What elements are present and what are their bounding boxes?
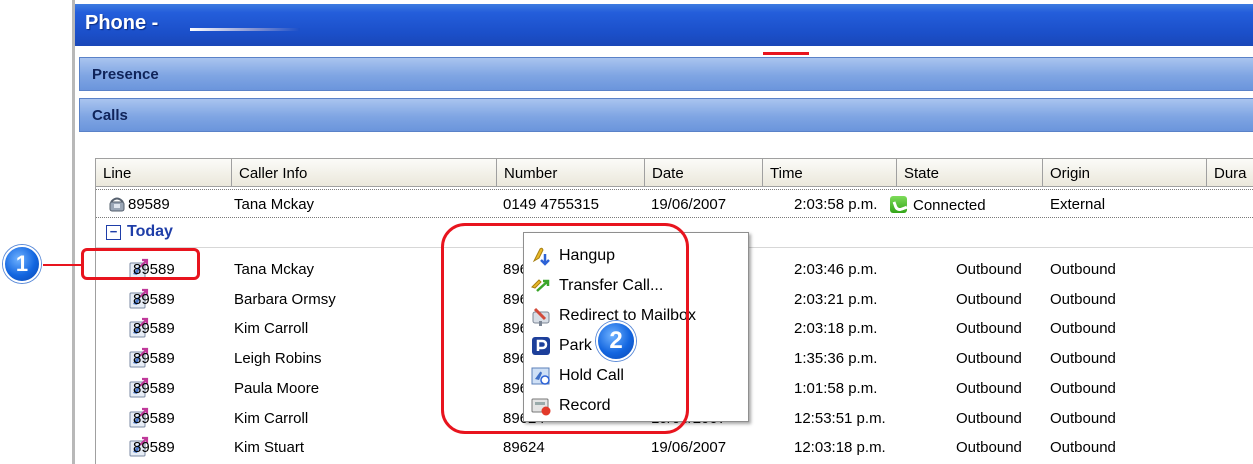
call-state: Outbound xyxy=(956,379,1022,397)
call-origin: Outbound xyxy=(1050,350,1116,368)
column-header-number[interactable]: Number xyxy=(497,159,645,187)
column-header-state[interactable]: State xyxy=(897,159,1043,187)
active-call-date: 19/06/2007 xyxy=(651,196,727,213)
window-title: Phone - xyxy=(85,12,159,34)
callout-badge-1: 1 xyxy=(3,245,41,283)
list-header: Line Caller Info Number Date Time State … xyxy=(96,159,1253,187)
call-line: 89589 xyxy=(133,439,175,457)
callout-connector-line xyxy=(43,264,81,266)
collapse-icon[interactable]: − xyxy=(106,224,121,240)
presence-label: Presence xyxy=(92,66,159,83)
call-origin: Outbound xyxy=(1050,409,1116,427)
call-state: Outbound xyxy=(956,290,1022,308)
phone-line-icon xyxy=(109,197,125,212)
active-call-state: Connected xyxy=(890,196,986,214)
context-menu-highlight-outline xyxy=(441,223,689,434)
callout-badge-2: 2 xyxy=(596,321,636,361)
call-time: 2:03:18 p.m. xyxy=(794,320,878,338)
column-header-origin[interactable]: Origin xyxy=(1043,159,1207,187)
call-time: 12:03:18 p.m. xyxy=(794,439,886,457)
red-marker xyxy=(763,52,809,55)
call-number: 89624 xyxy=(503,439,545,457)
call-origin: Outbound xyxy=(1050,290,1116,308)
call-caller: Kim Carroll xyxy=(234,409,309,427)
table-row[interactable]: 89589 Kim Stuart 89624 19/06/2007 12:03:18 p… xyxy=(96,433,1253,462)
call-state: Outbound xyxy=(956,261,1022,278)
column-header-duration[interactable]: Dura xyxy=(1207,159,1253,187)
call-line: 89589 xyxy=(133,290,175,308)
call-state: Outbound xyxy=(956,320,1022,338)
call-origin: Outbound xyxy=(1050,379,1116,397)
active-call-origin: External xyxy=(1050,196,1106,213)
presence-section-header[interactable]: Presence xyxy=(79,57,1253,91)
active-call-row[interactable]: 89589 Tana Mckay 0149 4755315 19/06/2007… xyxy=(96,189,1253,218)
call-origin: Outbound xyxy=(1050,439,1116,457)
call-caller: Tana Mckay xyxy=(234,261,315,278)
call-line: 89589 xyxy=(133,350,175,368)
today-highlight-outline xyxy=(81,248,200,280)
today-group-text: Today xyxy=(127,223,173,240)
call-caller: Kim Carroll xyxy=(234,320,309,338)
call-line: 89589 xyxy=(133,409,175,427)
column-header-time[interactable]: Time xyxy=(763,159,897,187)
calls-label: Calls xyxy=(92,107,128,124)
call-time: 2:03:46 p.m. xyxy=(794,261,878,278)
active-call-line: 89589 xyxy=(128,196,170,213)
call-state: Outbound xyxy=(956,439,1022,457)
calls-section-header[interactable]: Calls xyxy=(79,98,1253,132)
column-header-line[interactable]: Line xyxy=(96,159,232,187)
call-origin: Outbound xyxy=(1050,261,1116,278)
column-header-caller-info[interactable]: Caller Info xyxy=(232,159,497,187)
call-caller: Leigh Robins xyxy=(234,350,322,368)
call-time: 12:53:51 p.m. xyxy=(794,409,886,427)
redacted-title-text xyxy=(190,28,300,31)
call-origin: Outbound xyxy=(1050,320,1116,338)
call-caller: Kim Stuart xyxy=(234,439,305,457)
call-state: Outbound xyxy=(956,409,1022,427)
active-call-state-label: Connected xyxy=(913,197,986,214)
active-call-time: 2:03:58 p.m. xyxy=(794,196,878,213)
connected-icon xyxy=(890,196,907,213)
call-line: 89589 xyxy=(133,379,175,397)
call-time: 1:35:36 p.m. xyxy=(794,350,878,368)
active-call-number: 0149 4755315 xyxy=(503,196,599,213)
window-title-bar: Phone - xyxy=(75,4,1253,46)
active-call-caller: Tana Mckay xyxy=(234,196,315,213)
call-time: 2:03:21 p.m. xyxy=(794,290,878,308)
column-header-date[interactable]: Date xyxy=(645,159,763,187)
call-caller: Paula Moore xyxy=(234,379,320,397)
call-line: 89589 xyxy=(133,320,175,338)
call-date: 19/06/2007 xyxy=(651,439,727,457)
call-caller: Barbara Ormsy xyxy=(234,290,336,308)
call-time: 1:01:58 p.m. xyxy=(794,379,878,397)
call-state: Outbound xyxy=(956,350,1022,368)
today-group-label[interactable]: − Today xyxy=(106,223,173,241)
